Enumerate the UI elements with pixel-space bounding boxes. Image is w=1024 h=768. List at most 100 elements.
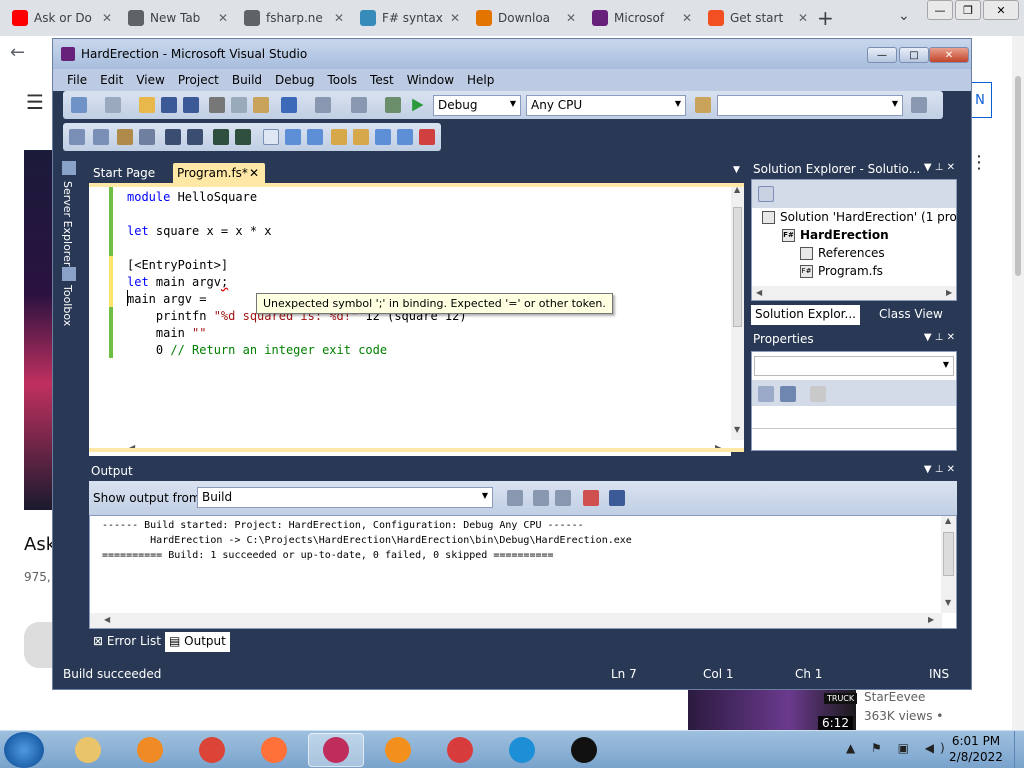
object-select[interactable]: ▼ bbox=[754, 356, 954, 376]
increase-indent-icon[interactable] bbox=[187, 129, 203, 145]
taskbar-button[interactable] bbox=[556, 733, 612, 767]
tab-error-list[interactable]: ⊠ Error List bbox=[89, 632, 165, 652]
tab-program-fs[interactable]: Program.fs* ✕ bbox=[173, 163, 265, 183]
properties-icon[interactable] bbox=[758, 186, 774, 202]
find-in-files-icon[interactable] bbox=[695, 97, 711, 113]
alphabetical-icon[interactable] bbox=[780, 386, 796, 402]
code-line[interactable] bbox=[127, 206, 467, 223]
chevron-down-icon[interactable]: ⌄ bbox=[898, 8, 910, 24]
more-options-icon[interactable]: ⋮ bbox=[970, 152, 988, 173]
output-horizontal-scrollbar[interactable]: ◀ ▶ bbox=[90, 613, 942, 628]
taskbar-button[interactable] bbox=[122, 733, 178, 767]
pane-options-icon[interactable]: ▼ ⊥ ✕ bbox=[924, 332, 955, 343]
next-bookmark-document-icon[interactable] bbox=[397, 129, 413, 145]
paste-icon[interactable] bbox=[253, 97, 269, 113]
toolbox-tab[interactable]: Toolbox bbox=[61, 285, 74, 326]
menu-item-edit[interactable]: Edit bbox=[100, 73, 123, 87]
taskbar-button[interactable] bbox=[308, 733, 364, 767]
output-pane[interactable]: ------ Build started: Project: HardErect… bbox=[89, 515, 957, 629]
close-tab-icon[interactable]: ✕ bbox=[249, 166, 259, 180]
close-icon[interactable]: ✕ bbox=[929, 47, 969, 63]
maximize-icon[interactable]: □ bbox=[899, 47, 929, 63]
active-files-dropdown-icon[interactable]: ▼ bbox=[733, 165, 740, 175]
start-button[interactable] bbox=[4, 732, 44, 768]
channel-name[interactable]: StarEevee bbox=[864, 690, 925, 704]
decrease-indent-icon[interactable] bbox=[165, 129, 181, 145]
configuration-select[interactable]: Debug ▼ bbox=[433, 95, 521, 116]
project-node[interactable]: F# HardErection bbox=[782, 228, 889, 242]
menu-icon[interactable]: ☰ bbox=[26, 90, 44, 114]
close-icon[interactable]: ✕ bbox=[334, 11, 344, 25]
categorized-icon[interactable] bbox=[758, 386, 774, 402]
system-tray-icons[interactable]: ▲ ⚑ ▣ ◀) bbox=[846, 741, 951, 755]
pane-options-icon[interactable]: ▼ ⊥ ✕ bbox=[924, 464, 955, 475]
code-line[interactable]: module HelloSquare bbox=[127, 189, 467, 206]
tab-start-page[interactable]: Start Page bbox=[89, 163, 159, 183]
start-debugging-icon[interactable] bbox=[412, 98, 424, 112]
code-line[interactable]: let main argv; bbox=[127, 274, 467, 291]
find-message-icon[interactable] bbox=[507, 490, 523, 506]
clear-all-icon[interactable] bbox=[583, 490, 599, 506]
solution-explorer-scrollbar[interactable]: ◀ ▶ bbox=[752, 286, 956, 300]
close-icon[interactable]: ✕ bbox=[218, 11, 228, 25]
previous-message-icon[interactable] bbox=[533, 490, 549, 506]
word-wrap-icon[interactable] bbox=[609, 490, 625, 506]
browser-tab[interactable]: fsharp.ne ✕ bbox=[238, 4, 350, 32]
property-pages-icon[interactable] bbox=[810, 386, 826, 402]
undo-icon[interactable] bbox=[281, 97, 297, 113]
pane-options-icon[interactable]: ▼ ⊥ ✕ bbox=[924, 162, 955, 173]
taskbar-button[interactable] bbox=[246, 733, 302, 767]
previous-bookmark-document-icon[interactable] bbox=[375, 129, 391, 145]
back-arrow-icon[interactable]: ← bbox=[10, 42, 25, 63]
next-bookmark-icon[interactable] bbox=[307, 129, 323, 145]
show-desktop-button[interactable] bbox=[1014, 731, 1024, 768]
next-message-icon[interactable] bbox=[555, 490, 571, 506]
toggle-bookmark-icon[interactable] bbox=[263, 129, 279, 145]
editor-vertical-scrollbar[interactable]: ▲ ▼ bbox=[731, 185, 744, 440]
taskbar-button[interactable] bbox=[60, 733, 116, 767]
browser-tab[interactable]: F# syntax ✕ bbox=[354, 4, 466, 32]
restore-icon[interactable]: ❐ bbox=[955, 0, 981, 20]
minimize-icon[interactable]: — bbox=[927, 0, 953, 20]
platform-select[interactable]: Any CPU ▼ bbox=[526, 95, 686, 116]
page-scrollbar[interactable] bbox=[1012, 36, 1024, 730]
find-icon[interactable] bbox=[911, 97, 927, 113]
menu-item-file[interactable]: File bbox=[67, 73, 87, 87]
menu-item-debug[interactable]: Debug bbox=[275, 73, 314, 87]
tab-solution-explorer[interactable]: Solution Explor... bbox=[751, 305, 860, 325]
display-object-member-list-icon[interactable] bbox=[69, 129, 85, 145]
comment-out-icon[interactable] bbox=[213, 129, 229, 145]
parameter-info-icon[interactable] bbox=[93, 129, 109, 145]
taskbar-button[interactable] bbox=[184, 733, 240, 767]
close-icon[interactable]: ✕ bbox=[682, 11, 692, 25]
taskbar-button[interactable] bbox=[370, 733, 426, 767]
menu-item-build[interactable]: Build bbox=[232, 73, 262, 87]
redo-icon[interactable] bbox=[315, 97, 331, 113]
uncomment-icon[interactable] bbox=[235, 129, 251, 145]
menu-item-help[interactable]: Help bbox=[467, 73, 494, 87]
code-text[interactable]: module HelloSquare let square x = x * x … bbox=[127, 189, 467, 359]
code-line[interactable]: let square x = x * x bbox=[127, 223, 467, 240]
output-source-select[interactable]: Build ▼ bbox=[197, 487, 493, 508]
clear-bookmarks-icon[interactable] bbox=[419, 129, 435, 145]
menu-item-test[interactable]: Test bbox=[370, 73, 394, 87]
add-item-icon[interactable] bbox=[105, 97, 121, 113]
complete-word-icon[interactable] bbox=[139, 129, 155, 145]
taskbar-button[interactable] bbox=[432, 733, 488, 767]
output-vertical-scrollbar[interactable]: ▲ ▼ bbox=[941, 516, 956, 613]
save-all-icon[interactable] bbox=[183, 97, 199, 113]
menu-item-project[interactable]: Project bbox=[178, 73, 219, 87]
solution-node[interactable]: Solution 'HardErection' (1 project) bbox=[762, 210, 956, 224]
navigate-icon[interactable] bbox=[351, 97, 367, 113]
clock[interactable]: 6:01 PM 2/8/2022 bbox=[946, 733, 1006, 765]
program-fs-node[interactable]: F# Program.fs bbox=[800, 264, 883, 278]
code-line[interactable] bbox=[127, 240, 467, 257]
menu-item-tools[interactable]: Tools bbox=[327, 73, 357, 87]
find-input[interactable]: ▼ bbox=[717, 95, 903, 116]
open-folder-icon[interactable] bbox=[139, 97, 155, 113]
tab-class-view[interactable]: Class View bbox=[875, 305, 947, 325]
server-explorer-tab[interactable]: Server Explorer bbox=[61, 181, 74, 266]
close-icon[interactable]: ✕ bbox=[450, 11, 460, 25]
avatar[interactable] bbox=[24, 622, 54, 668]
browser-tab[interactable]: New Tab ✕ bbox=[122, 4, 234, 32]
